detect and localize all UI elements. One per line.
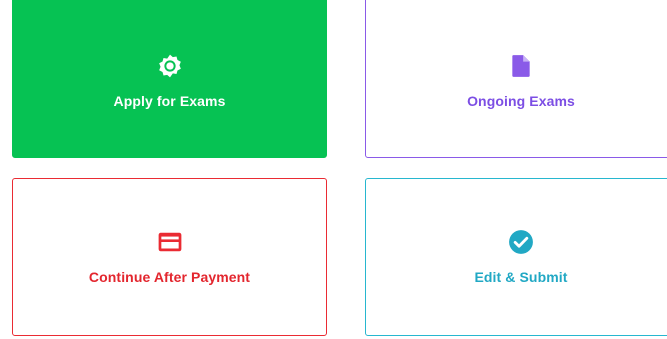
card-label: Apply for Exams [113,93,226,109]
card-label: Continue After Payment [88,269,251,285]
gear-icon [158,54,181,78]
credit-card-icon [158,232,181,252]
card-label: Edit & Submit [474,269,568,285]
edit-and-submit-card[interactable]: Edit & Submit [365,178,667,336]
dashboard-card-grid: Apply for Exams Ongoing Exams Continue A… [0,0,667,339]
continue-after-payment-card[interactable]: Continue After Payment [12,178,327,336]
ongoing-exams-card[interactable]: Ongoing Exams [365,0,667,158]
document-icon [512,55,530,77]
card-label: Ongoing Exams [467,93,575,109]
apply-for-exams-card[interactable]: Apply for Exams [12,0,327,158]
check-circle-icon [509,230,533,254]
